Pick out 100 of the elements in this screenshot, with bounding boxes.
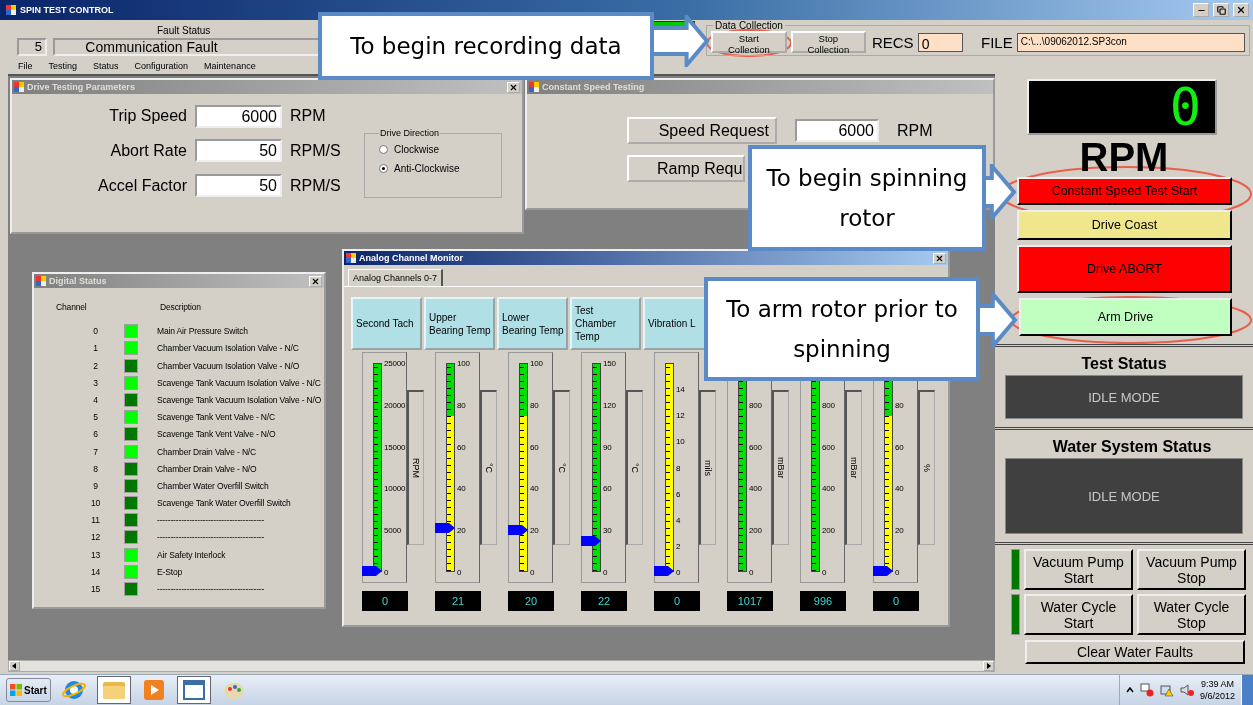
number-field[interactable]: 50 (195, 139, 282, 163)
collection-button[interactable]: Start Collection (711, 31, 787, 53)
pump-button[interactable]: Water Cycle Start (1024, 594, 1133, 635)
horizontal-scrollbar[interactable] (8, 660, 995, 672)
section-title: Test Status (1080, 355, 1168, 373)
speaker-icon[interactable] (1179, 683, 1194, 697)
close-button[interactable] (507, 81, 520, 93)
scale-label: 120 (603, 400, 616, 410)
scale-label: 14 (676, 384, 685, 394)
pump-button[interactable]: Water Cycle Stop (1137, 594, 1246, 635)
channel-description: Chamber Drain Valve - N/C (157, 446, 258, 457)
window-title: Drive Testing Parameters (27, 82, 135, 92)
number-field[interactable]: 6000 (795, 119, 879, 142)
menu-item[interactable]: Configuration (134, 61, 189, 71)
value-readout: 0 (654, 591, 700, 611)
value-readout: 22 (581, 591, 627, 611)
unit-label: RPM (290, 107, 327, 126)
channel-number: 3 (92, 377, 99, 388)
channel-description: ---------------------------------------- (157, 584, 266, 594)
network-icon[interactable] (1159, 683, 1174, 697)
recs-field[interactable]: 0 (917, 32, 963, 52)
menu-item[interactable]: Maintenance (204, 61, 256, 71)
status-display: IDLE MODE (1005, 458, 1243, 534)
menu-item[interactable]: File (18, 61, 33, 71)
close-button[interactable] (933, 252, 946, 264)
value-readout: 996 (800, 591, 846, 611)
minimize-button[interactable] (1193, 3, 1209, 17)
scale-label: 60 (530, 442, 539, 452)
start-button[interactable]: Start (6, 678, 51, 702)
drive-button[interactable]: Drive Coast (1017, 210, 1232, 240)
scale-label: 10000 (384, 483, 406, 493)
scale-label: 8 (676, 463, 681, 472)
close-button[interactable] (309, 275, 322, 287)
scale-label: 200 (822, 525, 835, 535)
scale-label: 60 (603, 483, 612, 493)
close-button[interactable] (1233, 3, 1249, 17)
chevron-up-icon[interactable] (1125, 687, 1134, 693)
scale-label: 100 (457, 358, 470, 368)
clear-faults-button[interactable]: Clear Water Faults (1025, 640, 1245, 664)
scroll-left-icon[interactable] (9, 661, 20, 671)
channel-header: Lower Bearing Temp (497, 297, 568, 350)
radio-button[interactable] (379, 145, 388, 154)
scale-label: 60 (895, 442, 904, 452)
pump-button[interactable]: Vacuum Pump Stop (1137, 549, 1246, 590)
channel-description: Main Air Pressure Switch (157, 326, 249, 337)
tab[interactable]: Analog Channels 0-7 (348, 269, 444, 286)
scale-label: 40 (895, 483, 904, 493)
channel-number: 0 (92, 326, 99, 337)
channel-number: 4 (92, 394, 99, 405)
speed-request-button[interactable]: Speed Request (627, 117, 777, 144)
window-icon[interactable] (176, 676, 211, 704)
channel-number: 1 (92, 343, 99, 354)
field-label: Trip Speed (108, 107, 187, 126)
window-title: SPIN TEST CONTROL (20, 5, 114, 15)
ramp-request-button[interactable]: Ramp Requ (627, 155, 745, 182)
scale-label: 40 (457, 483, 466, 493)
fault-code: 5 (17, 38, 47, 56)
file-field[interactable]: C:\...\09062012.SP3con (1016, 32, 1245, 52)
number-field[interactable]: 6000 (195, 104, 282, 128)
channel-header: Second Tach (351, 297, 422, 350)
channel-description: Chamber Vacuum Isolation Valve - N/C (157, 343, 300, 354)
channel-number: 15 (89, 584, 102, 594)
clock[interactable]: 9:39 AM 9/6/2012 (1199, 678, 1235, 702)
channel-number: 7 (92, 446, 99, 457)
number-field[interactable]: 50 (195, 174, 282, 198)
collection-button[interactable]: Stop Collection (790, 31, 866, 53)
flag-alert-icon[interactable] (1139, 683, 1154, 697)
scale-label: 20 (895, 525, 904, 535)
restore-icon (1216, 5, 1226, 15)
scale-label: 80 (457, 400, 466, 410)
scale-label: 20 (530, 525, 539, 535)
scale-label: 0 (530, 567, 535, 577)
channel-number: 12 (89, 532, 102, 543)
value-readout: 20 (508, 591, 554, 611)
channel-header: Upper Bearing Temp (424, 297, 495, 350)
drive-button[interactable]: Constant Speed Test Start (1017, 177, 1232, 205)
menu-item[interactable]: Status (93, 61, 119, 71)
radio-button[interactable] (379, 164, 388, 173)
app-icon (529, 82, 539, 92)
channel-description: Air Safety Interlock (157, 549, 227, 560)
scale-label: 400 (822, 483, 835, 493)
channel-number: 11 (90, 515, 101, 526)
drive-button[interactable]: Arm Drive (1019, 298, 1232, 336)
menu-item[interactable]: Testing (48, 61, 78, 71)
unit-label: °C (557, 462, 568, 474)
scale-label: 0 (457, 567, 462, 577)
column-header: Channel (55, 302, 88, 312)
channel-number: 5 (92, 412, 99, 423)
close-icon (935, 253, 944, 263)
radio-label: Anti-Clockwise (394, 163, 460, 174)
restore-button[interactable] (1213, 3, 1229, 17)
channel-number: 2 (92, 360, 99, 371)
channel-description: E-Stop (157, 566, 184, 577)
pump-button[interactable]: Vacuum Pump Start (1024, 549, 1133, 590)
show-desktop-button[interactable] (1241, 675, 1253, 705)
folder-icon[interactable] (96, 676, 131, 704)
drive-button[interactable]: Drive ABORT (1017, 245, 1232, 293)
channel-description: Chamber Water Overfill Switch (157, 480, 270, 491)
scroll-right-icon[interactable] (983, 661, 994, 671)
scale-label: 0 (676, 567, 681, 577)
